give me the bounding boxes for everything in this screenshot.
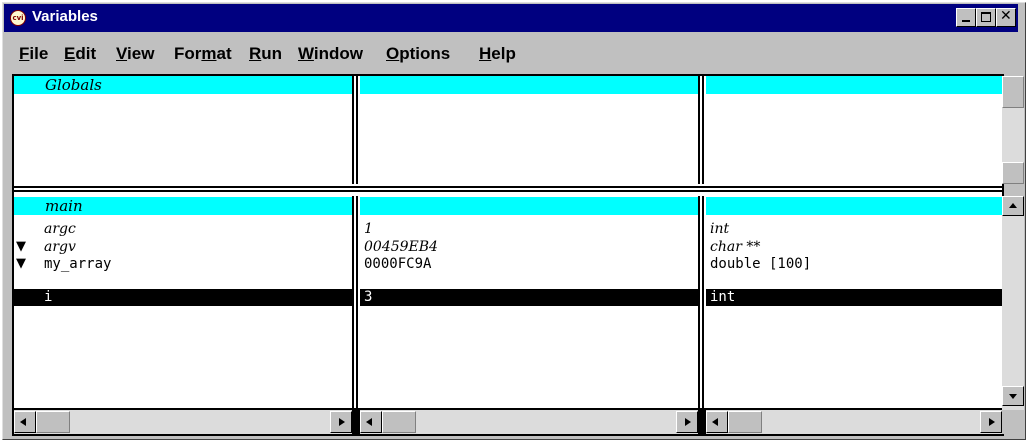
main-column-separator-1a[interactable] bbox=[352, 196, 354, 436]
pane-splitter-line bbox=[14, 186, 1002, 192]
close-icon: ✕ bbox=[1000, 8, 1012, 24]
variable-row-my-array-name[interactable]: my_array bbox=[44, 256, 111, 273]
arrow-left-icon bbox=[20, 418, 26, 426]
column-separator-1a[interactable] bbox=[352, 76, 354, 184]
scroll-right-button-col3[interactable] bbox=[980, 411, 1002, 433]
globals-scroll-thumb-bottom[interactable] bbox=[1002, 162, 1024, 184]
hscroll-thumb-col1[interactable] bbox=[36, 411, 70, 433]
arrow-down-icon bbox=[1009, 394, 1017, 399]
minimize-icon bbox=[962, 20, 970, 22]
scroll-left-button-col3[interactable] bbox=[706, 411, 728, 433]
scroll-left-button-col1[interactable] bbox=[14, 411, 36, 433]
variable-row-i-name[interactable]: i bbox=[44, 289, 52, 306]
globals-header-label: Globals bbox=[45, 76, 102, 94]
menu-run[interactable]: Run bbox=[249, 44, 282, 64]
globals-header-col3 bbox=[706, 76, 1002, 94]
selected-row-col3 bbox=[706, 289, 1002, 306]
main-header-col2 bbox=[360, 197, 698, 215]
menu-window[interactable]: Window bbox=[298, 44, 363, 64]
variable-row-my-array-value[interactable]: 0000FC9A bbox=[364, 256, 431, 273]
globals-vertical-scrollbar[interactable] bbox=[1002, 76, 1024, 184]
arrow-right-icon bbox=[989, 418, 995, 426]
expand-argv-icon[interactable]: ▼ bbox=[16, 239, 26, 256]
menu-options[interactable]: Options bbox=[386, 44, 450, 64]
scroll-right-button-col2[interactable] bbox=[676, 411, 698, 433]
scroll-up-button[interactable] bbox=[1002, 196, 1024, 216]
main-column-separator-2b bbox=[702, 196, 704, 436]
maximize-button[interactable] bbox=[976, 8, 996, 27]
main-column-separator-2a[interactable] bbox=[698, 196, 700, 436]
scroll-right-button-col1[interactable] bbox=[330, 411, 352, 433]
hscroll-col1[interactable] bbox=[14, 410, 352, 434]
arrow-right-icon bbox=[339, 418, 345, 426]
close-button[interactable]: ✕ bbox=[996, 8, 1016, 27]
variable-row-argv-type[interactable]: char ** bbox=[710, 239, 760, 256]
cvi-app-icon[interactable]: cvi bbox=[10, 10, 26, 26]
variable-row-my-array-type[interactable]: double [100] bbox=[710, 256, 811, 273]
arrow-left-icon bbox=[712, 418, 718, 426]
variable-row-argc-value[interactable]: 1 bbox=[364, 221, 373, 238]
hscroll-thumb-col3[interactable] bbox=[728, 411, 762, 433]
maximize-icon bbox=[981, 12, 991, 22]
minimize-button[interactable] bbox=[956, 8, 976, 27]
main-header-col3 bbox=[706, 197, 1002, 215]
main-scroll-track bbox=[1002, 196, 1024, 410]
scroll-down-button[interactable] bbox=[1002, 386, 1024, 406]
hscroll-col2[interactable] bbox=[360, 410, 698, 434]
menu-edit[interactable]: Edit bbox=[64, 44, 96, 64]
variable-row-i-value[interactable]: 3 bbox=[364, 289, 372, 306]
menu-view[interactable]: View bbox=[116, 44, 154, 64]
main-header-label: main bbox=[45, 197, 83, 215]
globals-header-col2 bbox=[360, 76, 698, 94]
variable-row-argc-name[interactable]: argc bbox=[44, 221, 76, 238]
main-column-separator-1b bbox=[356, 196, 358, 436]
hscroll-thumb-col2[interactable] bbox=[382, 411, 416, 433]
variable-row-argv-name[interactable]: argv bbox=[44, 239, 76, 256]
menu-file[interactable]: File bbox=[19, 44, 48, 64]
arrow-left-icon bbox=[366, 418, 372, 426]
menu-format[interactable]: Format bbox=[174, 44, 232, 64]
main-vertical-scrollbar[interactable] bbox=[1002, 196, 1024, 410]
variable-row-argc-type[interactable]: int bbox=[710, 221, 729, 238]
arrow-up-icon bbox=[1009, 203, 1017, 208]
globals-scroll-thumb-top[interactable] bbox=[1002, 76, 1024, 108]
menu-help[interactable]: Help bbox=[479, 44, 516, 64]
selected-row-col1 bbox=[14, 289, 352, 306]
selected-row-col2 bbox=[360, 289, 698, 306]
hscroll-col3[interactable] bbox=[706, 410, 1002, 434]
column-separator-2b bbox=[702, 76, 704, 184]
variable-row-i-type[interactable]: int bbox=[710, 289, 735, 306]
arrow-right-icon bbox=[685, 418, 691, 426]
variable-row-argv-value[interactable]: 00459EB4 bbox=[364, 239, 438, 256]
column-separator-2a[interactable] bbox=[698, 76, 700, 184]
expand-my-array-icon[interactable]: ▼ bbox=[16, 256, 26, 273]
size-grip[interactable] bbox=[1002, 410, 1024, 434]
window-title: Variables bbox=[32, 8, 98, 25]
title-bar[interactable]: cvi Variables ✕ bbox=[4, 4, 1018, 32]
scroll-left-button-col2[interactable] bbox=[360, 411, 382, 433]
column-separator-1b bbox=[356, 76, 358, 184]
